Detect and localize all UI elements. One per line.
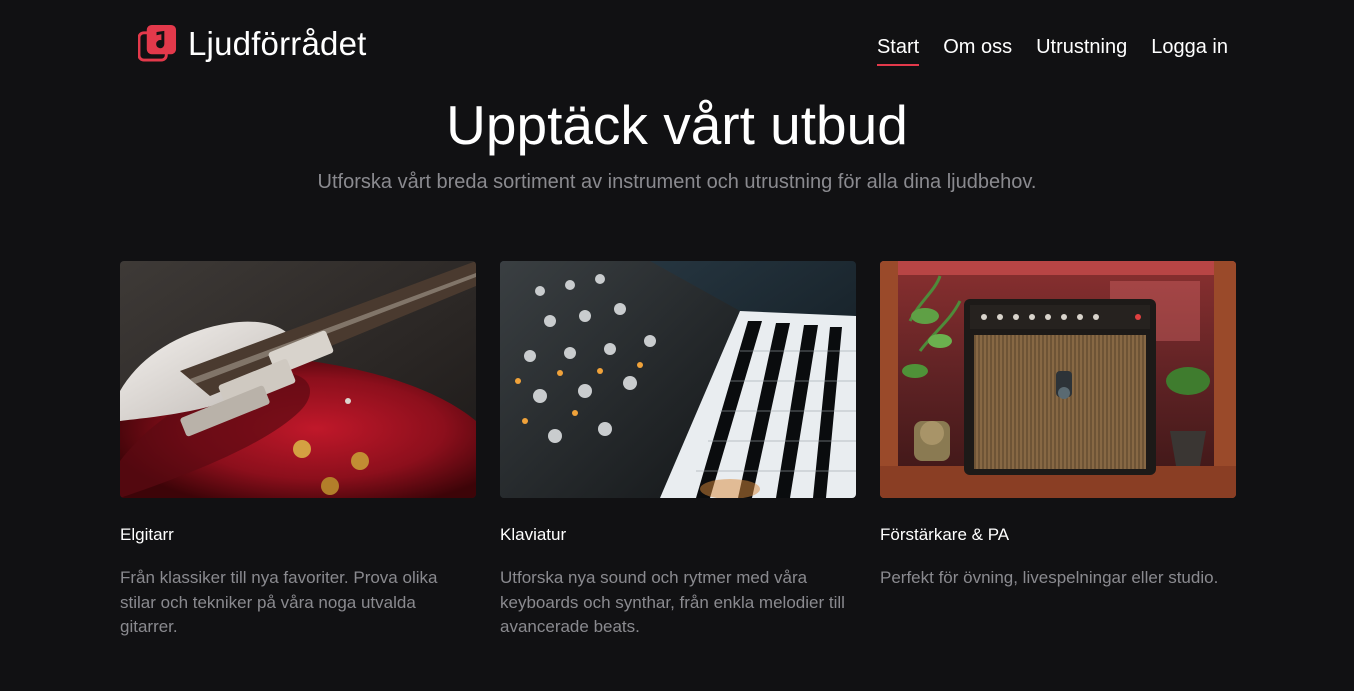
music-note-icon: [138, 24, 177, 62]
card-description: Utforska nya sound och rytmer med våra k…: [500, 568, 845, 636]
page-title: Upptäck vårt utbud: [446, 94, 908, 156]
electric-guitar-image: [120, 261, 476, 498]
nav-link-om-oss[interactable]: Om oss: [943, 34, 1012, 66]
nav-link-utrustning[interactable]: Utrustning: [1036, 34, 1127, 66]
card-title: Klaviatur: [500, 525, 567, 544]
category-card-forstarkare-pa[interactable]: Förstärkare & PA Perfekt för övning, liv…: [880, 261, 1236, 640]
category-card-klaviatur[interactable]: Klaviatur Utforska nya sound och rytmer …: [500, 261, 856, 640]
brand-logo-link[interactable]: Ljudförrådet: [138, 24, 367, 63]
category-cards: Elgitarr Från klassiker till nya favorit…: [120, 261, 1236, 640]
category-card-elgitarr[interactable]: Elgitarr Från klassiker till nya favorit…: [120, 261, 476, 640]
card-description: Perfekt för övning, livespelningar eller…: [880, 568, 1219, 587]
amplifier-image: [880, 261, 1236, 498]
card-description: Från klassiker till nya favoriter. Prova…: [120, 568, 438, 636]
page-subtitle: Utforska vårt breda sortiment av instrum…: [317, 171, 1037, 193]
synthesizer-keyboard-image: [500, 261, 856, 498]
card-title: Elgitarr: [120, 525, 174, 544]
card-title: Förstärkare & PA: [880, 525, 1010, 544]
brand-name: Ljudförrådet: [188, 25, 367, 62]
nav-link-start[interactable]: Start: [876, 34, 920, 66]
site-header: Ljudförrådet Start Om oss Utrustning Log…: [0, 0, 1354, 90]
main-nav: Start Om oss Utrustning Logga in: [876, 34, 1228, 66]
nav-link-logga-in[interactable]: Logga in: [1151, 34, 1228, 66]
